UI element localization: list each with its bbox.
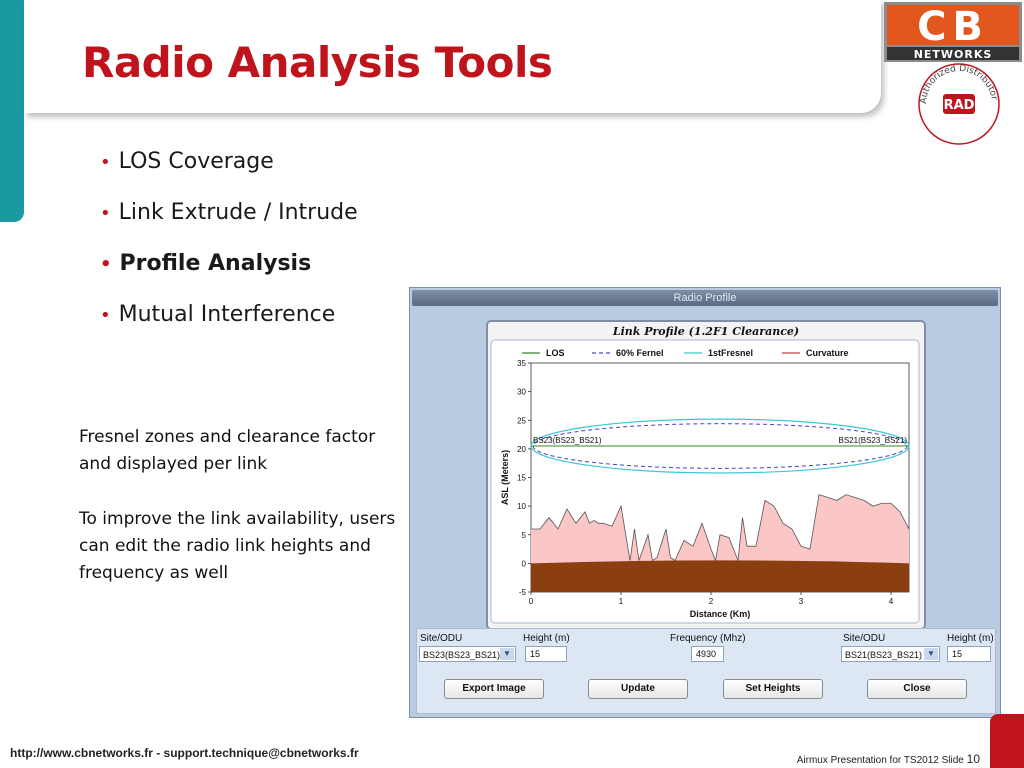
y-tick-label: 5 <box>522 531 527 540</box>
bullet-item: • Mutual Interference <box>100 299 358 350</box>
site-select-left[interactable]: BS23(BS23_BS21) ▼ <box>419 646 516 662</box>
update-button[interactable]: Update <box>588 679 688 699</box>
frequency-label: Frequency (Mhz) <box>670 633 746 644</box>
x-tick-label: 0 <box>529 597 534 606</box>
radio-profile-window: Radio Profile Link Profile (1.2F1 Cleara… <box>409 287 1001 718</box>
bullet-icon: • <box>100 152 111 173</box>
link-profile-chart: Link Profile (1.2F1 Clearance) LOS 60% Fe… <box>486 320 926 630</box>
x-tick-label: 1 <box>619 597 624 606</box>
link-controls-panel: Site/ODU Height (m) Frequency (Mhz) Site… <box>416 628 996 714</box>
y-tick-label: 25 <box>517 416 526 425</box>
chevron-down-icon[interactable]: ▼ <box>924 648 938 660</box>
site-label-right: BS21(BS23_BS21) <box>839 436 908 445</box>
y-tick-label: 35 <box>517 359 526 368</box>
y-axis-label: ASL (Meters) <box>500 450 510 505</box>
site-label-right: Site/ODU <box>843 633 886 644</box>
slide-number: 10 <box>966 752 980 766</box>
export-image-button[interactable]: Export Image <box>444 679 544 699</box>
height-input-right[interactable]: 15 <box>947 646 991 662</box>
y-tick-label: 30 <box>517 388 526 397</box>
fresnel-note: Fresnel zones and clearance factor and d… <box>79 427 376 474</box>
legend-label: 1stFresnel <box>708 348 753 358</box>
plot-area: BS23(BS23_BS21) BS21(BS23_BS21)-505101520… <box>500 359 910 619</box>
bullet-icon: • <box>100 305 111 326</box>
bullet-item: • Link Extrude / Intrude <box>100 197 358 248</box>
y-tick-label: 15 <box>517 474 526 483</box>
window-titlebar[interactable]: Radio Profile <box>412 290 998 306</box>
earth-curvature <box>531 560 909 592</box>
slide-title: Radio Analysis Tools <box>82 38 553 87</box>
authorized-distributor-seal: Authorized Distributor RAD <box>918 63 1000 145</box>
frequency-input[interactable]: 4930 <box>691 646 724 662</box>
footer-contact: http://www.cbnetworks.fr - support.techn… <box>10 746 359 760</box>
bullet-icon: • <box>100 203 111 224</box>
close-button[interactable]: Close <box>867 679 967 699</box>
improve-note: To improve the link availability, users … <box>79 509 396 583</box>
site-select-left-value: BS23(BS23_BS21) <box>423 650 501 660</box>
chart-title: Link Profile (1.2F1 Clearance) <box>612 325 799 338</box>
y-tick-label: 10 <box>517 502 526 511</box>
bullet-text: Profile Analysis <box>119 251 312 276</box>
cb-logo-networks: NETWORKS <box>914 48 993 61</box>
height-input-left[interactable]: 15 <box>525 646 567 662</box>
bullet-icon: • <box>100 254 112 275</box>
accent-bar <box>0 0 24 222</box>
set-heights-button[interactable]: Set Heights <box>723 679 823 699</box>
y-tick-label: 20 <box>517 445 526 454</box>
x-axis-label: Distance (Km) <box>690 609 751 619</box>
x-tick-label: 3 <box>799 597 804 606</box>
site-select-right-value: BS21(BS23_BS21) <box>845 650 923 660</box>
x-tick-label: 2 <box>709 597 714 606</box>
site-label-left: BS23(BS23_BS21) <box>533 436 602 445</box>
bullet-text: Link Extrude / Intrude <box>118 200 358 225</box>
height-label-right: Height (m) <box>947 633 994 644</box>
y-tick-label: 0 <box>522 559 527 568</box>
cb-networks-logo: CB NETWORKS <box>884 2 1022 62</box>
footer-slide-info: Airmux Presentation for TS2012 Slide 10 <box>797 752 980 766</box>
bullet-item: • LOS Coverage <box>100 146 358 197</box>
bullet-list: • LOS Coverage • Link Extrude / Intrude • Pro… <box>100 146 358 350</box>
legend-label: Curvature <box>806 348 849 358</box>
chart-svg: Link Profile (1.2F1 Clearance) LOS 60% Fe… <box>490 325 920 624</box>
bullet-item: • Profile Analysis <box>100 248 358 299</box>
site-select-right[interactable]: BS21(BS23_BS21) ▼ <box>841 646 940 662</box>
x-tick-label: 4 <box>889 597 894 606</box>
legend-label: LOS <box>546 348 565 358</box>
y-tick-label: -5 <box>519 588 527 597</box>
footer-presentation: Airmux Presentation for TS2012 Slide <box>796 755 964 766</box>
chevron-down-icon[interactable]: ▼ <box>500 648 514 660</box>
bullet-text: LOS Coverage <box>118 149 274 174</box>
site-label-left: Site/ODU <box>420 633 463 644</box>
corner-accent <box>990 714 1024 768</box>
height-label-left: Height (m) <box>523 633 570 644</box>
bullet-text: Mutual Interference <box>118 302 336 327</box>
legend-label: 60% Fernel <box>616 348 664 358</box>
cb-logo-letters: CB <box>917 4 989 50</box>
rad-badge: RAD <box>944 98 975 113</box>
